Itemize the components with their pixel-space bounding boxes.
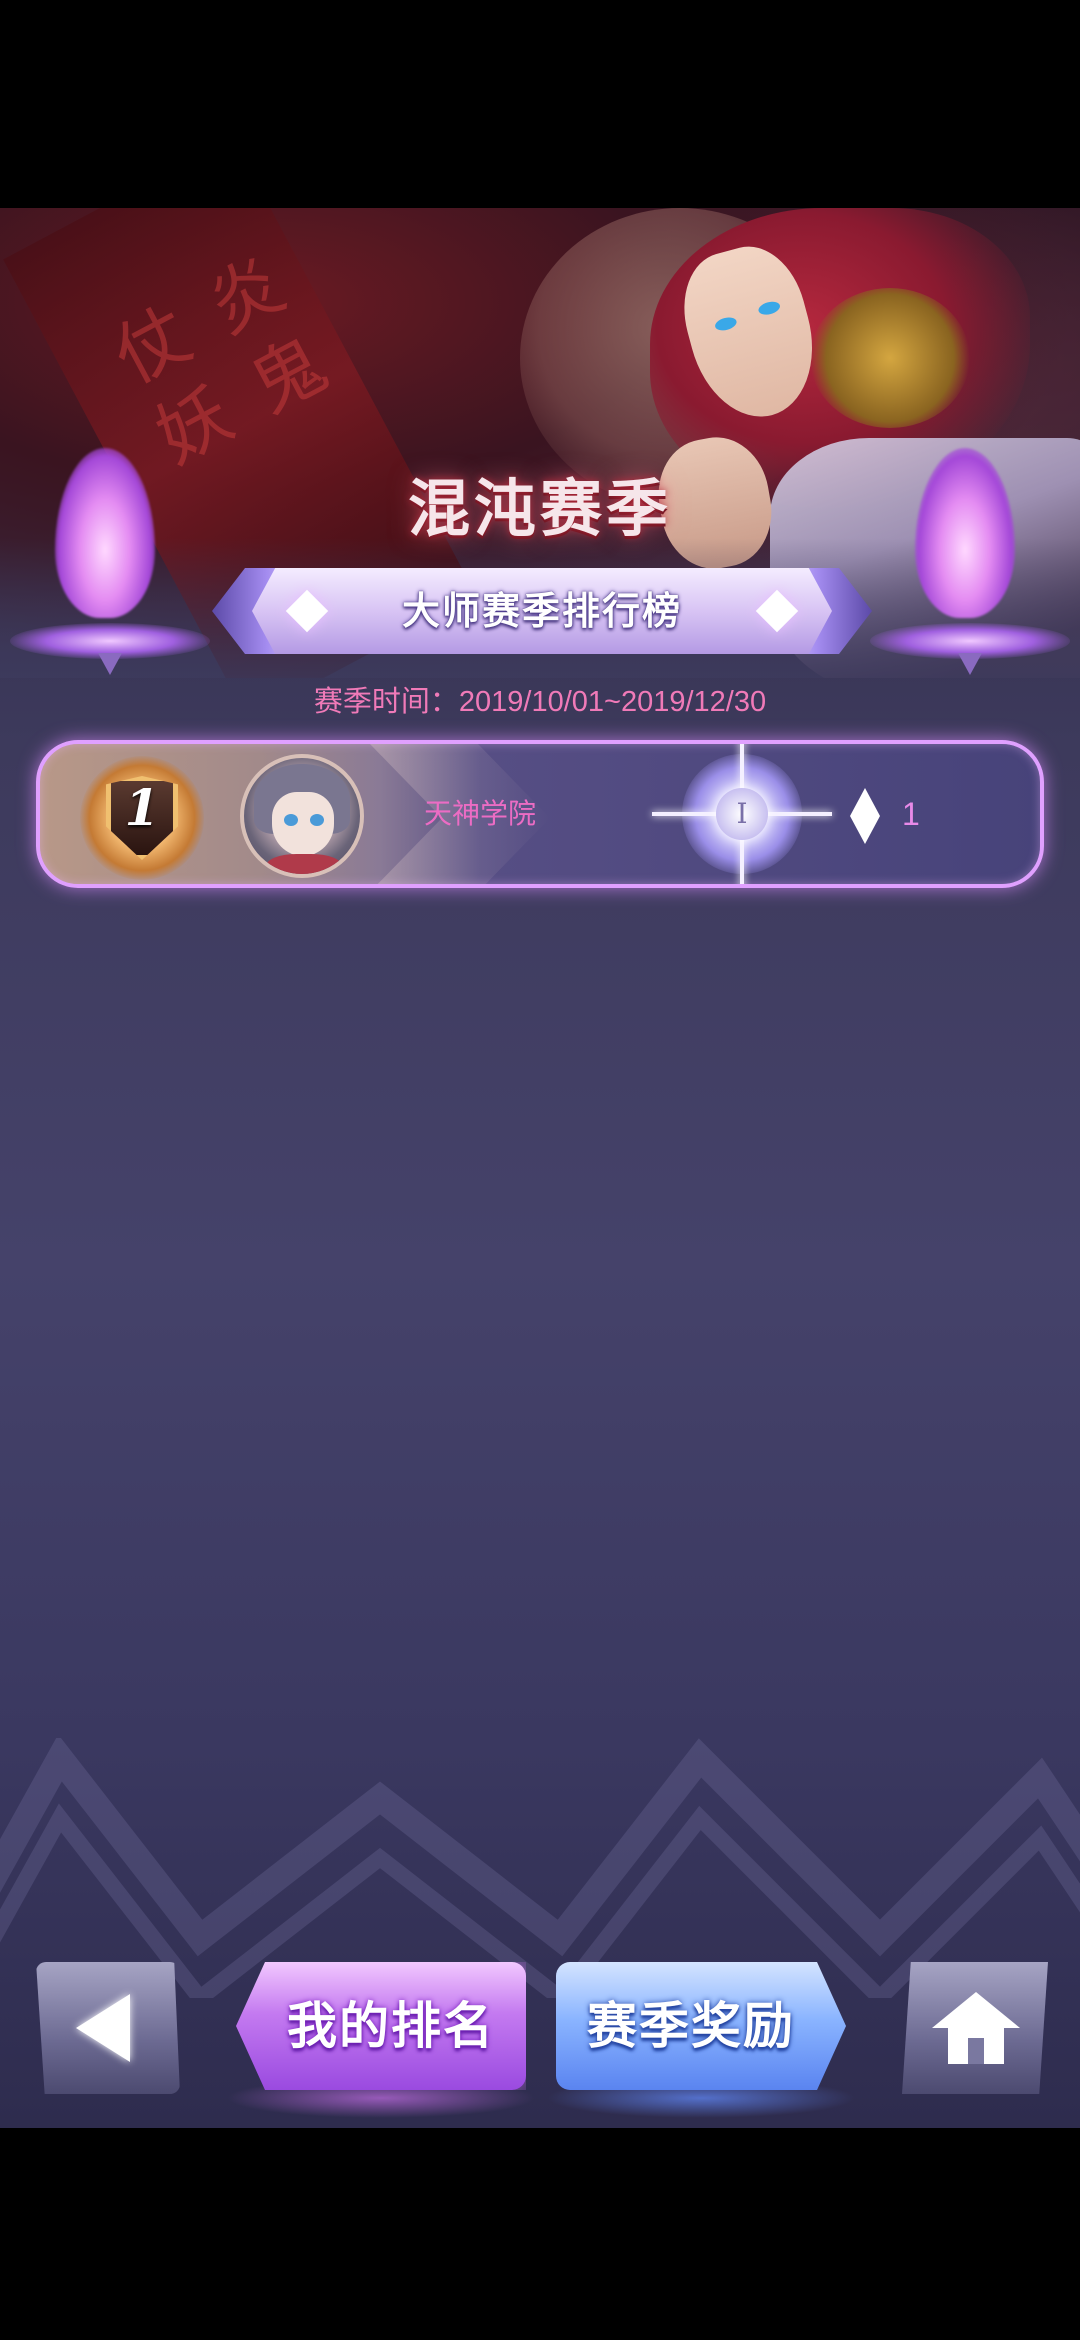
game-screen: 仗 炎 妖 鬼 混沌赛季 大师赛季排行榜 赛季时间：2019/10/01~201… (0, 208, 1080, 2128)
back-arrow-icon (76, 1994, 130, 2062)
rank-number: 1 (124, 778, 160, 837)
avatar-face (272, 792, 334, 856)
flame-point (98, 653, 122, 675)
character-armor-shoulder (810, 288, 970, 428)
spirit-flame-left-icon (10, 448, 210, 688)
spirit-flame-right-icon (870, 448, 1070, 688)
top-black-bar (0, 0, 1080, 208)
my-rank-button[interactable]: 我的排名 (236, 1962, 526, 2090)
diamond-count: 1 (902, 796, 920, 832)
character-eye-right (757, 299, 782, 317)
flame-fire (915, 448, 1015, 618)
season-reward-button[interactable]: 赛季奖励 (556, 1962, 846, 2090)
bottom-black-bar (0, 2128, 1080, 2340)
rank-badge-icon: 1 (80, 756, 204, 880)
character-eye-left (713, 315, 739, 333)
flame-fire (55, 448, 155, 618)
season-time: 赛季时间：2019/10/01~2019/12/30 (313, 686, 767, 718)
guild-name: 天神学院 (424, 797, 537, 830)
leaderboard-row[interactable]: 1 天神学院 I 1 (36, 740, 1044, 888)
flame-point (958, 653, 982, 675)
avatar-collar (266, 854, 342, 874)
avatar[interactable] (240, 754, 364, 878)
my-rank-button-label: 我的排名 (287, 1997, 495, 2055)
star-burst-emblem-icon: I (652, 744, 832, 884)
diamond-icon (850, 788, 880, 844)
avatar-eye-left (284, 814, 298, 826)
home-icon (932, 1992, 1020, 2028)
decorative-chevrons (0, 1738, 1080, 1998)
leaderboard-title: 大师赛季排行榜 (401, 589, 682, 633)
home-icon-door (968, 2038, 984, 2064)
season-reward-button-label: 赛季奖励 (587, 1997, 795, 2055)
back-button[interactable] (36, 1962, 180, 2094)
tier-label: I (736, 797, 748, 830)
avatar-eye-right (310, 814, 324, 826)
leaderboard-title-ribbon: 大师赛季排行榜 (212, 568, 872, 654)
home-button[interactable] (902, 1962, 1048, 2094)
